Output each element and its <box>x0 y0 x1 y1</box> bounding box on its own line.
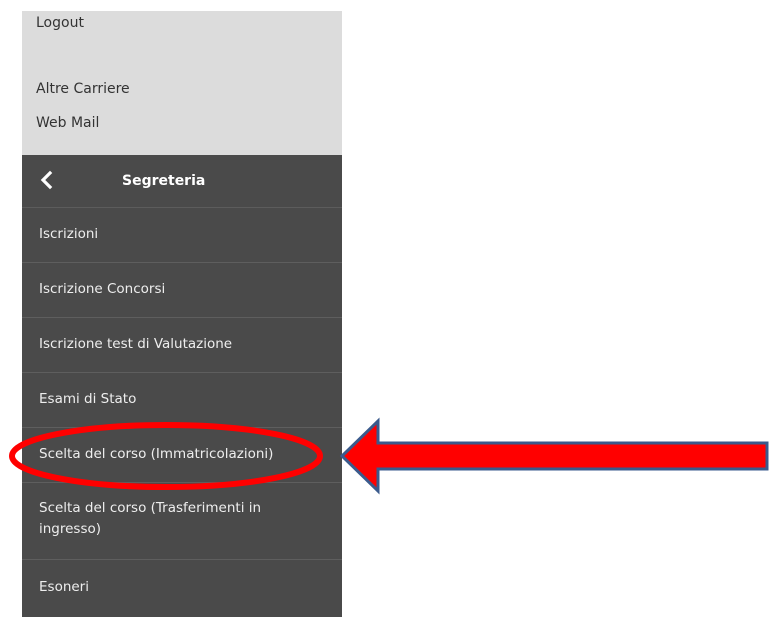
segreteria-panel: Segreteria Iscrizioni Iscrizione Concors… <box>22 155 342 617</box>
nav-item-esami-di-stato[interactable]: Esami di Stato <box>22 373 342 428</box>
user-menu-panel: Logout Altre Carriere Web Mail <box>22 11 342 155</box>
nav-item-label: Iscrizioni <box>39 226 99 242</box>
nav-item-label: Iscrizione Concorsi <box>39 281 166 297</box>
nav-item-immatricolazioni[interactable]: Scelta del corso (Immatricolazioni) <box>22 428 342 483</box>
section-title: Segreteria <box>122 173 206 189</box>
nav-item-iscrizione-test[interactable]: Iscrizione test di Valutazione <box>22 318 342 373</box>
nav-item-esoneri[interactable]: Esoneri <box>22 560 342 617</box>
nav-item-iscrizione-concorsi[interactable]: Iscrizione Concorsi <box>22 263 342 318</box>
nav-item-trasferimenti[interactable]: Scelta del corso (Trasferimenti in ingre… <box>22 483 342 560</box>
web-mail-link[interactable]: Web Mail <box>36 115 99 131</box>
section-header: Segreteria <box>22 155 342 208</box>
nav-item-label: Esami di Stato <box>39 391 137 407</box>
nav-item-label: Iscrizione test di Valutazione <box>39 336 233 352</box>
nav-item-label: Scelta del corso (Immatricolazioni) <box>39 446 274 462</box>
nav-item-iscrizioni[interactable]: Iscrizioni <box>22 208 342 263</box>
nav-item-label: Scelta del corso (Trasferimenti in ingre… <box>39 500 262 537</box>
nav-item-label: Esoneri <box>39 579 89 595</box>
altre-carriere-link[interactable]: Altre Carriere <box>36 81 130 97</box>
side-menu: Logout Altre Carriere Web Mail Segreteri… <box>22 11 342 617</box>
pointer-arrow <box>339 417 769 495</box>
chevron-left-icon[interactable] <box>38 168 58 192</box>
logout-link[interactable]: Logout <box>36 15 84 31</box>
